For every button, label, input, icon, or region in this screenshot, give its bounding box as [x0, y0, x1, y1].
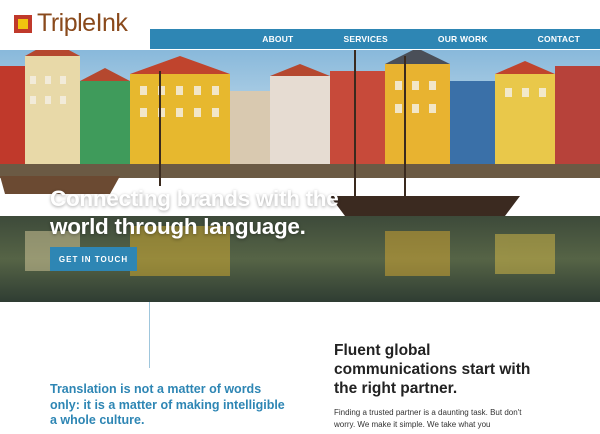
brand-logo[interactable]: TripleInk [14, 9, 128, 38]
logo-mark-icon [14, 14, 32, 33]
nav-item-our-work[interactable]: OUR WORK [438, 34, 488, 44]
nav-item-services[interactable]: SERVICES [343, 34, 387, 44]
intro-heading: Fluent global communications start with … [334, 342, 531, 397]
section-divider [149, 302, 150, 368]
nav-item-about[interactable]: ABOUT [262, 34, 293, 44]
intro-quote: Translation is not a matter of words onl… [50, 382, 285, 427]
hero-title: Connecting brands with the world through… [50, 186, 339, 239]
main-nav: ABOUT SERVICES OUR WORK CONTACT [150, 29, 600, 49]
intro-body: Finding a trusted partner is a daunting … [334, 408, 522, 429]
brand-name: TripleInk [37, 9, 128, 37]
nav-item-contact[interactable]: CONTACT [538, 34, 580, 44]
get-in-touch-button[interactable]: GET IN TOUCH [50, 247, 137, 271]
hero-banner: Connecting brands with the world through… [0, 36, 600, 302]
